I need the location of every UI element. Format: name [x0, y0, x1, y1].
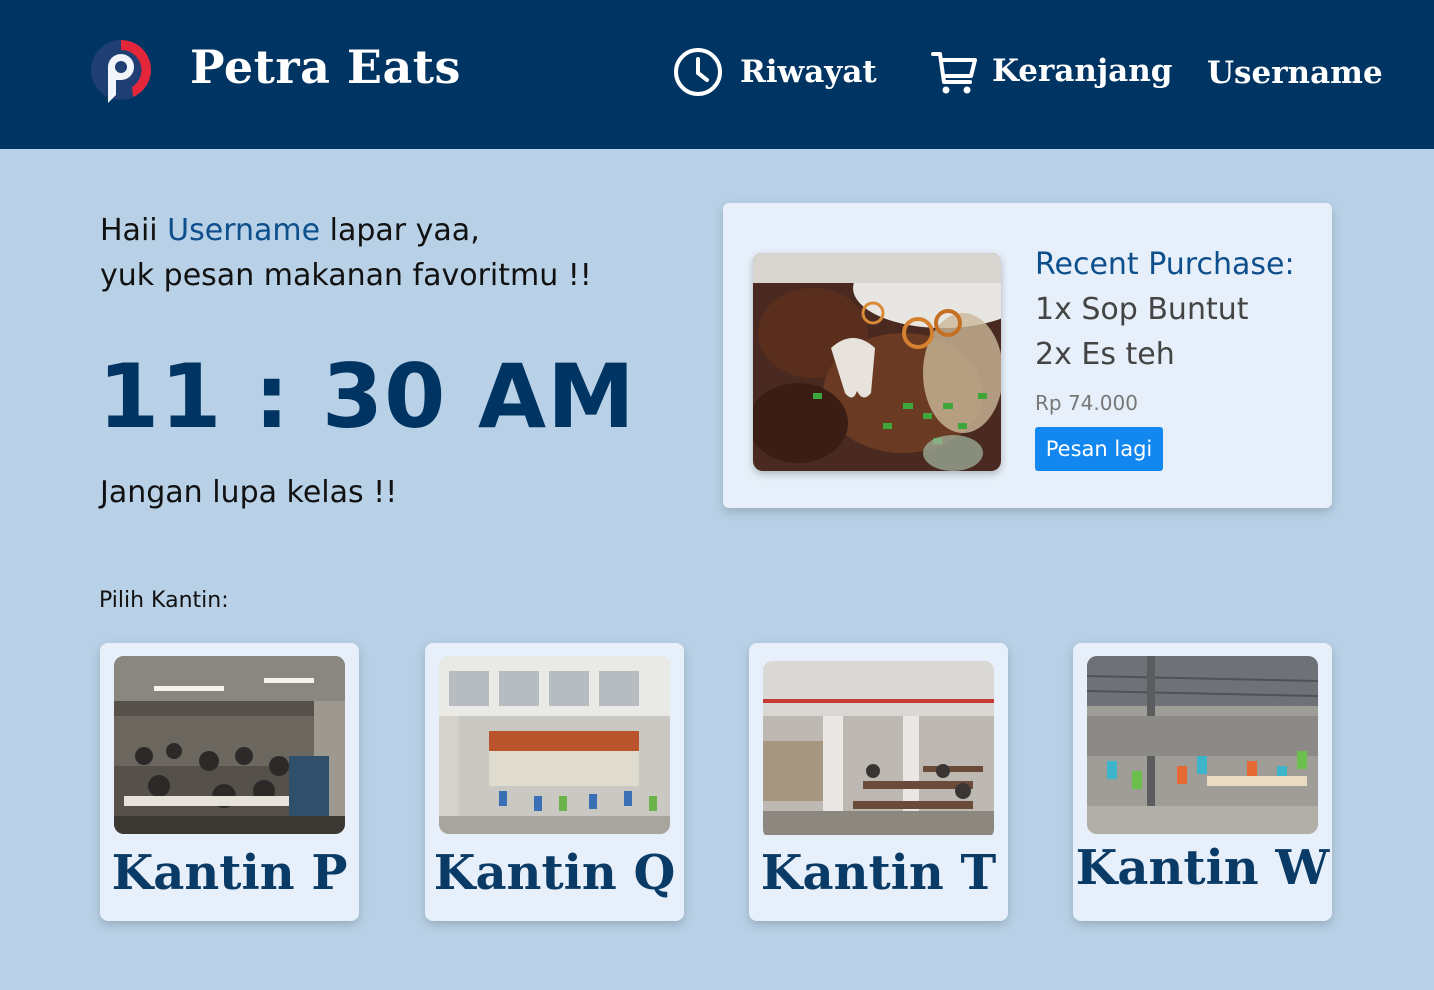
greeting-line-1: Haii Username lapar yaa,: [100, 208, 592, 253]
current-time: 11 : 30 AM: [98, 345, 636, 448]
nav-cart-link[interactable]: Keranjang: [930, 46, 1172, 96]
class-reminder: Jangan lupa kelas !!: [100, 475, 398, 510]
canteen-name: Kantin Q: [433, 845, 676, 901]
reorder-button[interactable]: Pesan lagi: [1035, 427, 1163, 471]
nav-history-label: Riwayat: [740, 54, 877, 90]
recent-purchase-title: Recent Purchase:: [1035, 247, 1295, 282]
canteen-section-label: Pilih Kantin:: [99, 588, 229, 613]
canteen-card-w[interactable]: Kantin W: [1073, 643, 1332, 921]
nav-history-link[interactable]: Riwayat: [672, 46, 877, 98]
cart-icon: [931, 52, 977, 94]
canteen-card-t[interactable]: Kantin T: [749, 643, 1008, 921]
greeting-username: Username: [167, 213, 321, 248]
greeting-prefix: Haii: [100, 213, 158, 248]
canteen-name: Kantin T: [760, 845, 997, 901]
canteen-name: Kantin W: [1075, 840, 1330, 896]
petra-logo-icon[interactable]: [88, 37, 154, 107]
canteen-card-q[interactable]: Kantin Q: [425, 643, 684, 921]
canteen-image: [114, 656, 345, 834]
nav-cart-label: Keranjang: [992, 53, 1173, 89]
brand-title[interactable]: Petra Eats: [190, 40, 461, 94]
greeting-text: Haii Username lapar yaa, yuk pesan makan…: [100, 208, 592, 298]
recent-purchase-card: Recent Purchase: 1x Sop Buntut 2x Es teh…: [723, 203, 1332, 508]
greeting-line-2: yuk pesan makanan favoritmu !!: [100, 258, 592, 293]
greeting-suffix: lapar yaa,: [329, 213, 480, 248]
recent-food-image: [753, 253, 1001, 471]
canteen-image: [439, 656, 670, 834]
canteen-image: [763, 661, 994, 839]
top-nav-bar: Petra Eats Riwayat Keranjang Username: [0, 0, 1434, 149]
canteen-card-p[interactable]: Kantin P: [100, 643, 359, 921]
clock-icon: [674, 48, 722, 96]
canteen-image: [1087, 656, 1318, 834]
recent-price: Rp 74.000: [1035, 391, 1138, 415]
recent-item: 1x Sop Buntut: [1035, 292, 1249, 327]
canteen-name: Kantin P: [111, 845, 348, 901]
recent-item: 2x Es teh: [1035, 337, 1175, 372]
nav-user-menu[interactable]: Username: [1207, 55, 1383, 91]
